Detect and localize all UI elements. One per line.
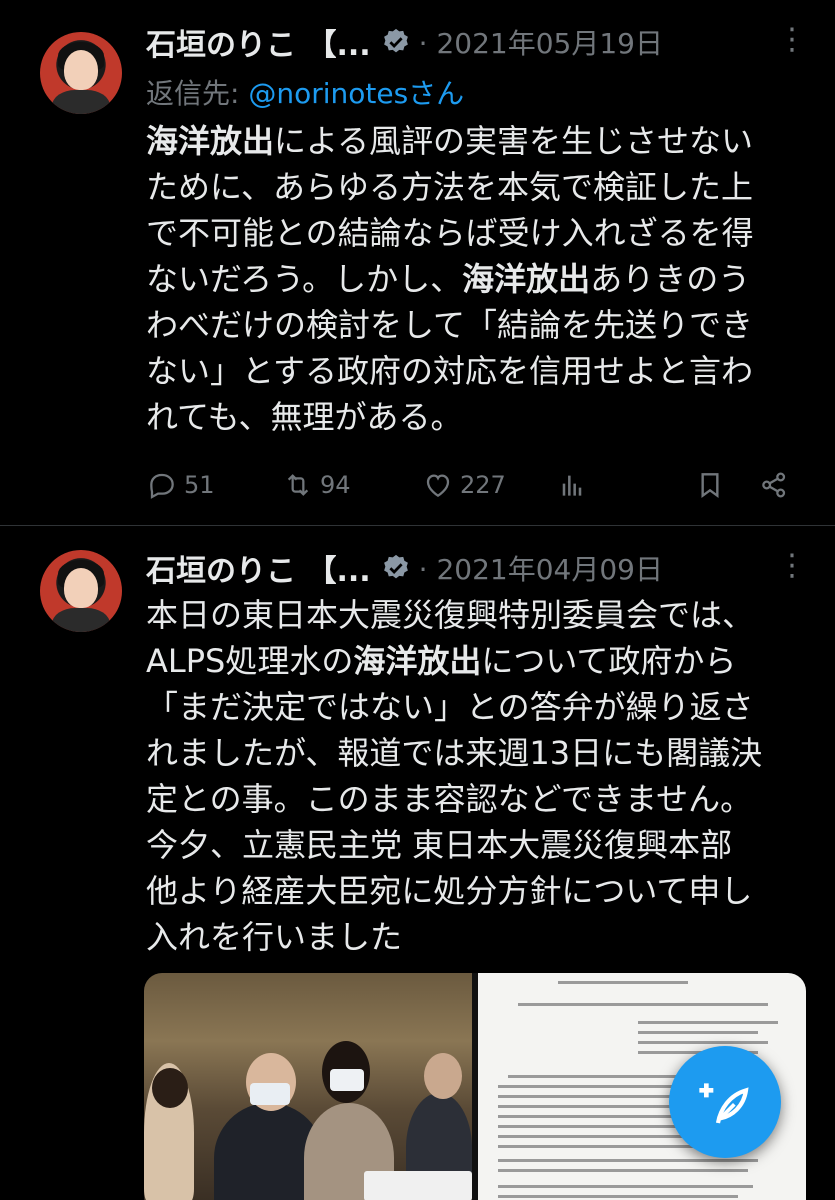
avatar[interactable]	[40, 32, 122, 114]
tweet-text-line: わべだけの検討をして「結論を先送りでき	[146, 302, 806, 348]
like-count: 227	[460, 471, 506, 499]
text-segment: れましたが、報道では来週13日にも閣議決	[146, 734, 763, 772]
verified-badge-icon	[383, 554, 408, 579]
media-photo[interactable]	[144, 973, 472, 1200]
text-segment: ないだろう。しかし、	[146, 260, 463, 298]
text-segment: 他より経産大臣宛に処分方針について申し	[146, 872, 753, 910]
text-segment: 「まだ決定ではない」との答弁が繰り返さ	[146, 688, 754, 726]
reply-icon	[150, 473, 174, 499]
tweet-text-line: ない」とする政府の対応を信用せよと言わ	[146, 348, 806, 394]
tweet-text-line: れましたが、報道では来週13日にも閣議決	[146, 730, 806, 776]
reply-to: 返信先: @norinotesさん	[146, 77, 465, 110]
highlighted-term: 海洋放出	[353, 642, 482, 680]
share-icon	[762, 472, 786, 498]
like-button[interactable]: 227	[422, 463, 506, 507]
retweet-icon	[287, 474, 309, 496]
more-icon[interactable]: ⋮	[777, 548, 807, 583]
tweet-text-line: ために、あらゆる方法を本気で検証した上	[146, 164, 806, 210]
tweet-text-line: 定との事。このまま容認などできません。	[146, 776, 806, 822]
text-segment: ために、あらゆる方法を本気で検証した上	[146, 168, 754, 206]
text-segment: 今夕、立憲民主党 東日本大震災復興本部	[146, 826, 733, 864]
compose-button[interactable]	[669, 1046, 781, 1158]
tweet-text-line: 本日の東日本大震災復興特別委員会では、	[146, 592, 806, 638]
tweet-date[interactable]: · 2021年04月09日	[419, 548, 663, 588]
tweet-header: 石垣のりこ 【... · 2021年05月19日	[146, 20, 663, 64]
tweet-text-line: 他より経産大臣宛に処分方針について申し	[146, 868, 806, 914]
verified-badge-icon	[383, 28, 408, 53]
text-segment: 定との事。このまま容認などできません。	[146, 780, 753, 818]
tweet-actions: 51 94 227	[146, 463, 806, 507]
tweet-text-line: ないだろう。しかし、海洋放出ありきのう	[146, 256, 806, 302]
author-name[interactable]: 石垣のりこ 【...	[146, 546, 371, 590]
avatar[interactable]	[40, 550, 122, 632]
share-button[interactable]	[758, 463, 790, 507]
tweet-date[interactable]: · 2021年05月19日	[419, 22, 663, 62]
highlighted-term: 海洋放出	[462, 260, 591, 298]
text-segment: で不可能との結論ならば受け入れざるを得	[146, 214, 754, 252]
reply-button[interactable]: 51	[146, 463, 215, 507]
tweet-text-line: 入れを行いました	[146, 914, 806, 960]
retweet-button[interactable]: 94	[282, 463, 351, 507]
text-segment: わべだけの検討をして「結論を先送りでき	[146, 306, 754, 344]
tweet-header: 石垣のりこ 【... · 2021年04月09日	[146, 546, 663, 590]
text-segment: 本日の東日本大震災復興特別委員会では、	[146, 596, 755, 634]
reply-count: 51	[184, 471, 215, 499]
tweet-text-line: 今夕、立憲民主党 東日本大震災復興本部	[146, 822, 806, 868]
bookmark-icon	[701, 473, 719, 499]
compose-icon	[699, 1083, 749, 1124]
analytics-button[interactable]	[556, 463, 588, 507]
text-segment: ありきのう	[590, 260, 751, 298]
text-segment: ない」とする政府の対応を信用せよと言わ	[146, 352, 754, 390]
tweet-1[interactable]: 石垣のりこ 【... · 2021年05月19日 ⋮ 返信先: @norinot…	[0, 0, 835, 525]
analytics-icon	[562, 475, 582, 496]
tweet-text-line: で不可能との結論ならば受け入れざるを得	[146, 210, 806, 256]
tweet-text-line: ALPS処理水の海洋放出について政府から	[146, 638, 806, 684]
text-segment: について政府から	[481, 642, 737, 680]
more-icon[interactable]: ⋮	[777, 22, 807, 57]
text-segment: ALPS処理水の	[146, 642, 354, 680]
tweet-text-line: 「まだ決定ではない」との答弁が繰り返さ	[146, 684, 806, 730]
text-segment: による風評の実害を生じさせない	[274, 122, 754, 160]
tweet-text-line: れても、無理がある。	[146, 394, 806, 440]
highlighted-term: 海洋放出	[146, 122, 275, 160]
retweet-count: 94	[320, 471, 351, 499]
author-name[interactable]: 石垣のりこ 【...	[146, 20, 371, 64]
text-segment: 入れを行いました	[146, 918, 403, 956]
tweet-text-line: 海洋放出による風評の実害を生じさせない	[146, 118, 806, 164]
bookmark-button[interactable]	[694, 463, 726, 507]
like-icon	[426, 474, 450, 497]
tweet-text: 海洋放出による風評の実害を生じさせない ために、あらゆる方法を本気で検証した上 で不…	[146, 118, 806, 440]
tweet-text: 本日の東日本大震災復興特別委員会では、 ALPS処理水の海洋放出について政府から「…	[146, 592, 806, 960]
reply-handle-link[interactable]: @norinotesさん	[248, 77, 464, 110]
text-segment: れても、無理がある。	[146, 398, 463, 436]
